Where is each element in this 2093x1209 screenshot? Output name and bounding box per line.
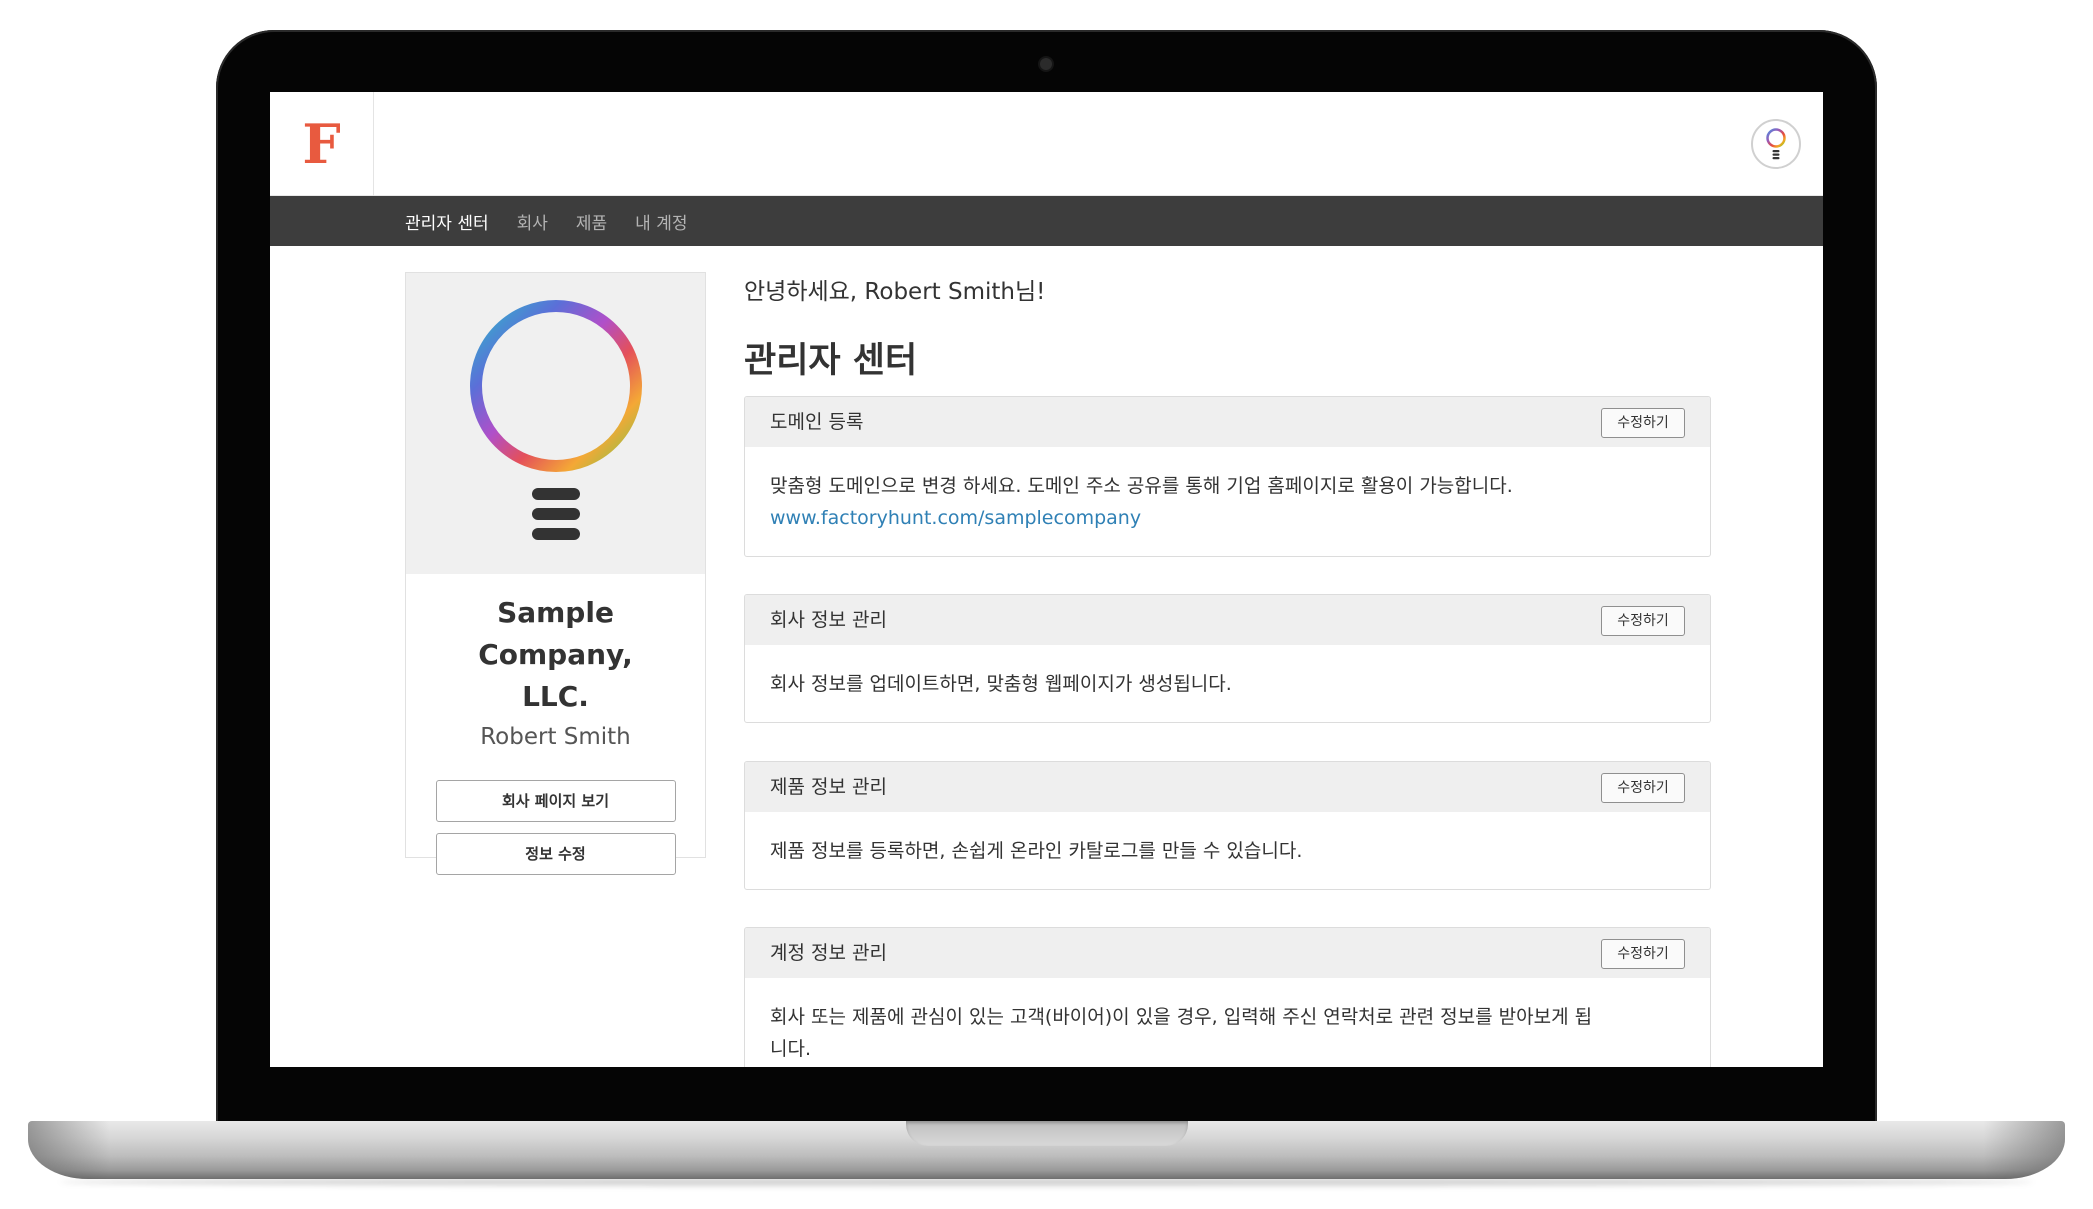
nav-item-company[interactable]: 회사 <box>517 209 548 234</box>
panel-description: 회사 정보를 업데이트하면, 맞춤형 웹페이지가 생성됩니다. <box>770 673 1232 695</box>
edit-info-button[interactable]: 정보 수정 <box>435 833 676 875</box>
panel-body: 회사 정보를 업데이트하면, 맞춤형 웹페이지가 생성됩니다. <box>745 645 1710 700</box>
panel-domain: 도메인 등록 수정하기 맞춤형 도메인으로 변경 하세요. 도메인 주소 공유를… <box>744 396 1711 557</box>
page-title: 관리자 센터 <box>744 341 918 381</box>
panel-description-line1: 회사 또는 제품에 관심이 있는 고객(바이어)이 있을 경우, 입력해 주신 … <box>770 1006 1593 1028</box>
logo-letter[interactable]: F <box>302 117 340 171</box>
edit-account-info-button[interactable]: 수정하기 <box>1601 939 1685 969</box>
top-header: F <box>270 92 1823 196</box>
company-name-line2: LLC. <box>522 680 589 713</box>
laptop-notch <box>906 1121 1188 1146</box>
greeting-text: 안녕하세요, Robert Smith님! <box>744 279 1046 305</box>
avatar[interactable] <box>1751 119 1801 169</box>
panel-header: 계정 정보 관리 수정하기 <box>745 928 1710 978</box>
laptop-shadow <box>60 1178 2033 1186</box>
edit-product-info-button[interactable]: 수정하기 <box>1601 773 1685 803</box>
panel-header: 회사 정보 관리 수정하기 <box>745 595 1710 645</box>
company-name: Sample Company, LLC. <box>416 592 695 718</box>
panel-account-info: 계정 정보 관리 수정하기 회사 또는 제품에 관심이 있는 고객(바이어)이 … <box>744 927 1711 1067</box>
company-name-line1: Sample Company, <box>478 596 633 671</box>
rainbow-lightbulb-icon <box>469 299 642 540</box>
view-company-page-button[interactable]: 회사 페이지 보기 <box>435 780 676 822</box>
webcam-icon <box>1040 58 1052 70</box>
panel-description-line2: 니다. <box>770 1038 811 1060</box>
domain-link[interactable]: www.factoryhunt.com/samplecompany <box>770 502 1685 534</box>
nav-item-products[interactable]: 제품 <box>576 209 607 234</box>
panel-product-info: 제품 정보 관리 수정하기 제품 정보를 등록하면, 손쉽게 온라인 카탈로그를… <box>744 761 1711 890</box>
panel-title: 계정 정보 관리 <box>770 942 887 964</box>
panel-company-info: 회사 정보 관리 수정하기 회사 정보를 업데이트하면, 맞춤형 웹페이지가 생… <box>744 594 1711 723</box>
panel-header: 도메인 등록 수정하기 <box>745 397 1710 447</box>
person-name: Robert Smith <box>480 724 631 750</box>
edit-domain-button[interactable]: 수정하기 <box>1601 408 1685 438</box>
panel-description: 맞춤형 도메인으로 변경 하세요. 도메인 주소 공유를 통해 기업 홈페이지로… <box>770 475 1513 497</box>
nav-item-admin-center[interactable]: 관리자 센터 <box>405 209 489 234</box>
panel-description: 제품 정보를 등록하면, 손쉽게 온라인 카탈로그를 만들 수 있습니다. <box>770 840 1303 862</box>
lightbulb-icon <box>1766 128 1786 160</box>
panel-body: 제품 정보를 등록하면, 손쉽게 온라인 카탈로그를 만들 수 있습니다. <box>745 812 1710 867</box>
logo[interactable]: F <box>270 92 374 196</box>
company-logo-image <box>406 273 705 574</box>
main-nav: 관리자 센터 회사 제품 내 계정 <box>270 196 1823 246</box>
panel-title: 회사 정보 관리 <box>770 609 887 631</box>
panel-header: 제품 정보 관리 수정하기 <box>745 762 1710 812</box>
profile-card: Sample Company, LLC. Robert Smith 회사 페이지… <box>405 272 706 875</box>
panel-title: 제품 정보 관리 <box>770 776 887 798</box>
panel-title: 도메인 등록 <box>770 411 864 433</box>
nav-item-my-account[interactable]: 내 계정 <box>635 209 687 234</box>
panel-body: 회사 또는 제품에 관심이 있는 고객(바이어)이 있을 경우, 입력해 주신 … <box>745 978 1710 1065</box>
panel-body: 맞춤형 도메인으로 변경 하세요. 도메인 주소 공유를 통해 기업 홈페이지로… <box>745 447 1710 534</box>
edit-company-info-button[interactable]: 수정하기 <box>1601 606 1685 636</box>
browser-screen: F 관리자 센터 회사 제품 내 계정 Sample Company, LLC.… <box>270 92 1823 1067</box>
